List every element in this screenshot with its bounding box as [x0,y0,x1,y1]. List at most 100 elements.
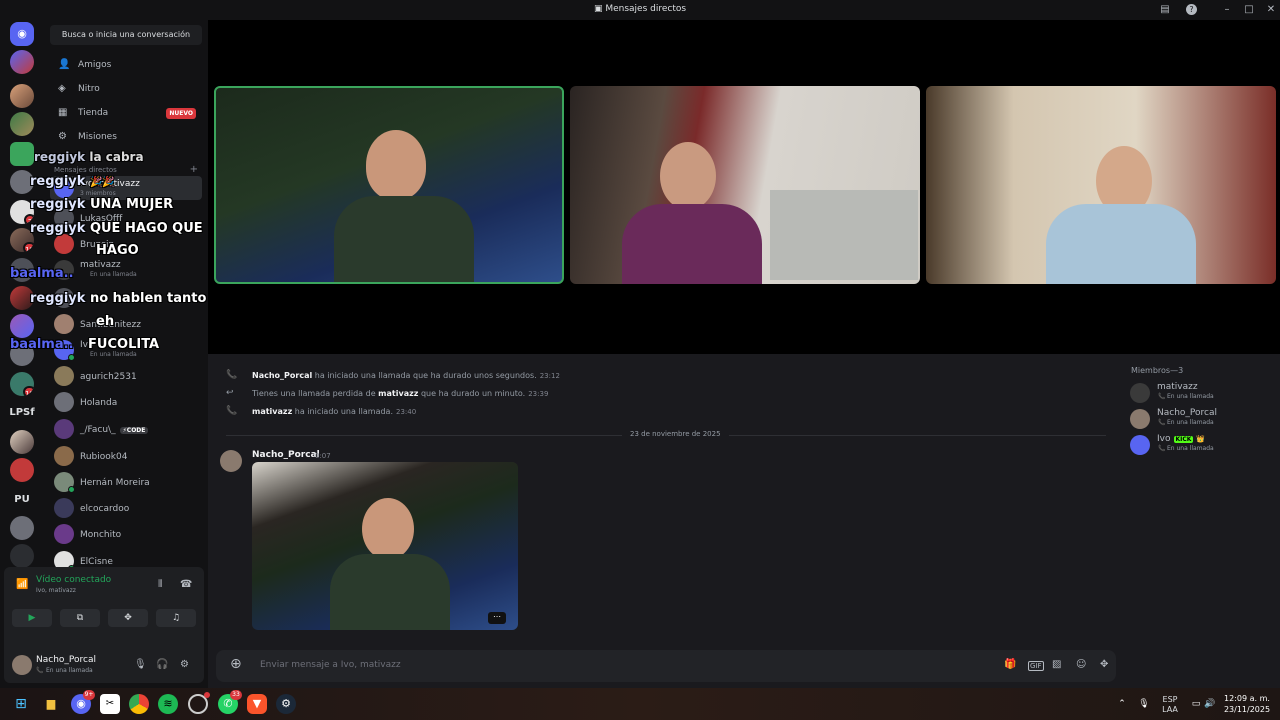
nav-quests[interactable]: ⚙ Misiones [50,126,202,148]
server-icon[interactable] [10,458,34,482]
more-options-icon[interactable]: ⋯ [488,612,506,624]
minimize-icon[interactable]: – [1220,3,1234,17]
help-icon[interactable]: ? [1186,4,1197,15]
server-icon[interactable] [10,342,34,366]
member-item[interactable]: Nacho_PorcalEn una llamada [1130,408,1274,430]
nav-shop[interactable]: ▦ Tienda NUEVO [50,102,202,124]
headphones-icon[interactable]: 🎧 [156,659,168,670]
chrome-icon[interactable] [129,694,149,714]
online-status [68,486,75,493]
disconnect-icon[interactable]: ☎ [180,579,192,590]
friends-icon: 👤 [58,59,71,70]
avatar [1130,435,1150,455]
unread-badge: 18 [23,386,34,396]
microphone-icon[interactable]: 🎙 [134,659,147,670]
user-avatar[interactable] [12,655,32,675]
dm-item[interactable]: Monchito [50,522,202,546]
server-icon[interactable] [10,544,34,568]
microphone-tray-icon[interactable]: 🎙 [1134,694,1154,714]
language-indicator[interactable]: ESP LAA [1160,695,1180,715]
server-icon[interactable]: 10 [10,228,34,252]
server-icon[interactable] [10,286,34,310]
dm-item[interactable]: _/Facu\_ ⚡CODE [50,417,202,441]
dm-item[interactable]: Ivo En una llamada [50,338,202,362]
volume-icon[interactable]: 🔊 [1200,694,1220,714]
dm-item[interactable] [50,286,202,310]
spotify-icon[interactable]: ≋ [158,694,178,714]
home-discord-icon[interactable]: ◉ [10,22,34,46]
voice-channel[interactable]: Ivo, mativazz [36,587,76,594]
clock[interactable]: 12:09 a. m. 23/11/2025 [1218,693,1276,715]
dm-item[interactable]: agurich2531 [50,364,202,388]
activities-button[interactable]: ✥ [108,609,148,627]
dm-item[interactable]: Santibenitezz [50,312,202,336]
server-icon[interactable] [10,84,34,108]
username[interactable]: Nacho_Porcal [36,655,96,665]
attach-plus-icon[interactable]: ⊕ [230,656,242,672]
soundboard-button[interactable]: ♫ [156,609,196,627]
chevron-up-icon[interactable]: ⌃ [1112,694,1132,714]
close-icon[interactable]: ✕ [1264,3,1278,17]
avatar [54,208,74,228]
voice-connection-panel: 📶 Vídeo conectado Ivo, mativazz ⦀ ☎ ▶ ⧉ … [4,567,204,647]
sticker-icon[interactable]: ▨ [1052,659,1061,670]
capcut-icon[interactable]: ✂ [100,694,120,714]
server-icon[interactable] [10,516,34,540]
message-avatar[interactable] [220,450,242,472]
person-video [362,498,414,560]
settings-gear-icon[interactable]: ⚙ [180,659,189,670]
server-icon[interactable] [10,430,34,454]
steam-like-icon[interactable] [188,692,210,714]
dm-item[interactable]: Hernán Moreira [50,470,202,494]
brave-icon[interactable]: ▼ [247,694,267,714]
dm-item[interactable]: Ivo, mativazz 3 miembros [50,176,202,200]
server-icon[interactable] [10,50,34,74]
server-icon[interactable]: 18 [10,372,34,396]
apps-icon[interactable]: ✥ [1100,659,1108,670]
dm-item[interactable]: mativazz En una llamada [50,258,202,282]
server-icon[interactable] [10,142,34,166]
search-conversation-button[interactable]: Busca o inicia una conversación [50,25,202,45]
message-input[interactable]: Enviar mensaje a Ivo, mativazz [260,660,401,670]
gif-icon[interactable]: GIF [1028,661,1044,671]
nav-friends[interactable]: 👤 Amigos [50,54,202,76]
dm-item[interactable]: Brunsin [50,232,202,256]
dm-item[interactable]: elcocardoo [50,496,202,520]
camera-button[interactable]: ▶ [12,609,52,627]
message-author[interactable]: Nacho_Porcal [252,450,320,460]
server-pu[interactable]: PU [6,494,38,505]
new-dm-plus-icon[interactable]: + [190,164,198,175]
dm-item[interactable]: LukasOfff [50,206,202,230]
video-tile-ivo[interactable] [214,86,564,284]
couch [770,190,918,280]
screen-share-button[interactable]: ⧉ [60,609,100,627]
file-explorer-icon[interactable]: ▆ [41,694,61,714]
video-tile-mativazz[interactable] [570,86,920,284]
dm-item[interactable]: Holanda [50,390,202,414]
inbox-icon[interactable]: ▤ [1158,3,1172,17]
server-icon[interactable] [10,112,34,136]
phone-icon: 📞 [226,370,238,380]
unread-badge: 3 [24,214,34,224]
nav-nitro[interactable]: ◈ Nitro [50,78,202,100]
server-lpsf[interactable]: LPSf [6,407,38,418]
server-icon[interactable] [10,258,34,282]
server-icon[interactable] [10,170,34,194]
video-tile-nacho[interactable] [926,86,1276,284]
member-item[interactable]: mativazzEn una llamada [1130,382,1274,404]
maximize-icon[interactable]: □ [1242,3,1256,17]
noise-suppression-icon[interactable]: ⦀ [158,579,162,590]
server-icon[interactable] [10,314,34,338]
emoji-icon[interactable]: ☺ [1076,659,1086,670]
message-image-attachment[interactable]: ⋯ [252,462,518,630]
steam-icon[interactable]: ⚙ [276,694,296,714]
crown-icon: 👑 [1196,435,1206,443]
whatsapp-icon[interactable]: ✆ 33 [218,690,242,714]
code-tag-badge: ⚡CODE [119,427,149,434]
gift-icon[interactable]: 🎁 [1004,659,1016,670]
server-icon[interactable]: 3 [10,200,34,224]
dm-item[interactable]: Rubiook04 [50,444,202,468]
discord-taskbar-icon[interactable]: ◉ 9+ [71,690,95,714]
windows-start-icon[interactable]: ⊞ [11,694,31,714]
member-item[interactable]: IvoKICK 👑En una llamada [1130,434,1274,456]
